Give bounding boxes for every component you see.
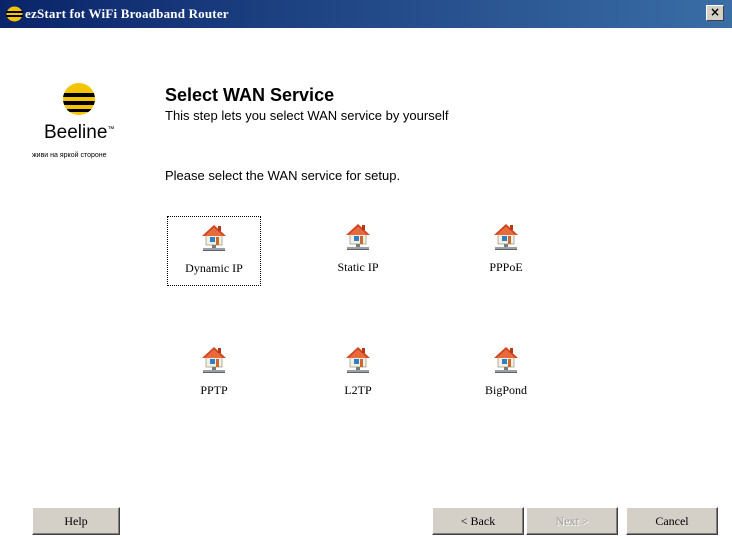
close-button[interactable]: × bbox=[706, 5, 724, 21]
network-house-icon bbox=[494, 347, 518, 373]
beeline-logo-icon bbox=[63, 83, 95, 115]
wizard-window: ezStart fot WiFi Broadband Router × Beel… bbox=[0, 0, 732, 539]
brand-tagline: живи на яркой стороне bbox=[32, 152, 107, 159]
service-label: BigPond bbox=[484, 383, 527, 397]
network-house-icon bbox=[494, 224, 518, 250]
close-icon: × bbox=[709, 5, 721, 19]
beeline-app-icon bbox=[6, 6, 23, 22]
beeline-logo: Beeline™ живи на яркой стороне bbox=[22, 56, 140, 166]
window-title: ezStart fot WiFi Broadband Router bbox=[25, 6, 229, 21]
network-house-icon bbox=[346, 224, 370, 250]
wizard-content: Beeline™ живи на яркой стороне Select WA… bbox=[0, 28, 732, 493]
page-title: Select WAN Service bbox=[165, 85, 335, 105]
title-bar[interactable]: ezStart fot WiFi Broadband Router × bbox=[0, 0, 732, 28]
service-label: L2TP bbox=[344, 383, 372, 397]
service-label: PPTP bbox=[200, 383, 228, 397]
help-button[interactable]: Help bbox=[32, 507, 120, 535]
brand-trademark: ™ bbox=[107, 126, 115, 133]
brand-name-text: Beeline bbox=[44, 122, 108, 143]
service-option-bigpond[interactable]: BigPond bbox=[460, 339, 552, 407]
cancel-button[interactable]: Cancel bbox=[626, 507, 718, 535]
page-subtitle: This step lets you select WAN service by… bbox=[165, 108, 449, 123]
service-option-static-ip[interactable]: Static IP bbox=[312, 216, 404, 284]
brand-name: Beeline™ bbox=[44, 122, 114, 144]
service-label: Dynamic IP bbox=[185, 261, 243, 275]
service-option-dynamic-ip[interactable]: Dynamic IP bbox=[167, 216, 261, 286]
next-button[interactable]: Next > bbox=[526, 507, 618, 535]
back-button[interactable]: < Back bbox=[432, 507, 524, 535]
service-option-l2tp[interactable]: L2TP bbox=[312, 339, 404, 407]
service-option-pptp[interactable]: PPTP bbox=[167, 339, 261, 407]
network-house-icon bbox=[346, 347, 370, 373]
instruction-text: Please select the WAN service for setup. bbox=[165, 168, 401, 183]
service-label: PPPoE bbox=[489, 260, 523, 274]
network-house-icon bbox=[202, 225, 226, 251]
service-option-pppoe[interactable]: PPPoE bbox=[460, 216, 552, 284]
wizard-footer: Help < Back Next > Cancel bbox=[0, 491, 732, 539]
network-house-icon bbox=[202, 347, 226, 373]
service-label: Static IP bbox=[337, 260, 379, 274]
